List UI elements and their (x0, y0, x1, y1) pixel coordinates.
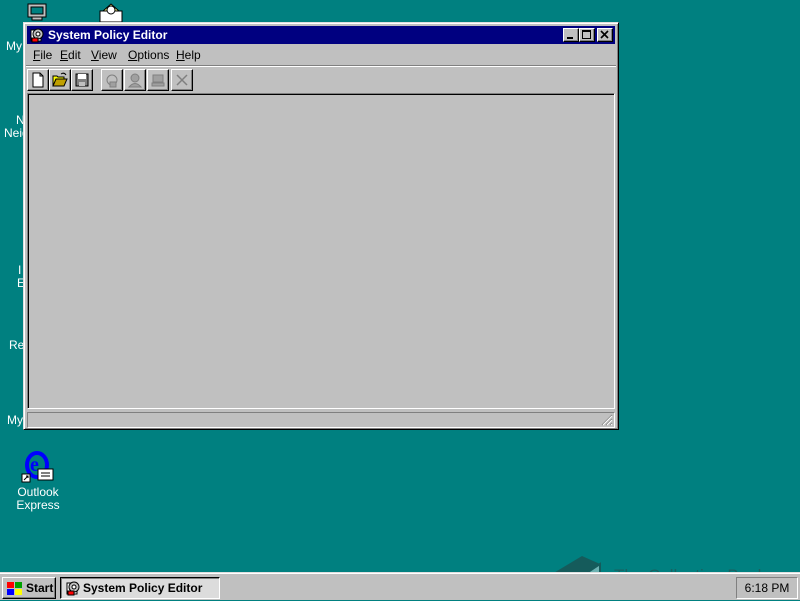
desktop-icon-outlook-express[interactable]: e Outlook Express (6, 450, 70, 512)
toolbar (26, 65, 616, 92)
policy-editor-app-icon (30, 28, 44, 43)
add-computer-button[interactable] (147, 69, 169, 91)
desktop-label-fragment: I (18, 263, 22, 277)
close-button[interactable] (597, 28, 613, 42)
open-folder-icon (52, 72, 68, 87)
menu-view[interactable]: View (87, 47, 121, 63)
desktop-label-fragment: My (6, 39, 22, 53)
window-title: System Policy Editor (48, 28, 168, 42)
title-bar[interactable]: System Policy Editor (27, 26, 615, 44)
save-button[interactable] (71, 69, 93, 91)
menu-edit[interactable]: Edit (56, 47, 85, 63)
close-icon (600, 30, 609, 39)
inbox-icon (99, 3, 123, 23)
maximize-icon (582, 30, 591, 39)
start-button[interactable]: Start (2, 577, 56, 599)
minimize-icon (567, 37, 573, 39)
minimize-button[interactable] (563, 28, 579, 42)
desktop-icon-label: Outlook Express (16, 485, 60, 512)
menu-help[interactable]: Help (172, 47, 205, 63)
computer-icon (27, 3, 47, 21)
new-button[interactable] (27, 69, 49, 91)
taskbar-button-label: System Policy Editor (83, 581, 203, 595)
desktop-icon-inbox[interactable] (97, 3, 127, 23)
clock-text: 6:18 PM (744, 581, 790, 595)
menu-file[interactable]: File (29, 47, 56, 63)
policy-workspace[interactable] (27, 93, 615, 409)
add-user-icon (127, 73, 143, 88)
resize-grip-icon[interactable] (601, 414, 613, 426)
status-bar (27, 412, 615, 428)
properties-icon (106, 74, 118, 88)
save-disk-icon (75, 73, 89, 87)
menu-options[interactable]: Options (124, 47, 173, 63)
remove-x-icon (176, 74, 188, 86)
add-user-button[interactable] (124, 69, 146, 91)
new-document-icon (32, 72, 44, 88)
policy-editor-app-icon (66, 581, 80, 596)
windows-logo-icon (7, 582, 22, 595)
system-tray-clock[interactable]: 6:18 PM (736, 577, 798, 599)
desktop-label-fragment: My (7, 413, 23, 427)
system-policy-editor-window[interactable]: System Policy Editor File Edit View Opti… (23, 22, 619, 430)
outlook-express-icon: e (21, 451, 54, 483)
desktop-icon-my-computer[interactable] (26, 3, 48, 21)
add-computer-icon (151, 74, 165, 87)
maximize-button[interactable] (579, 28, 595, 42)
properties-button[interactable] (101, 69, 123, 91)
taskbar-button-system-policy-editor[interactable]: System Policy Editor (60, 577, 220, 599)
menu-bar: File Edit View Options Help (27, 45, 615, 64)
remove-button[interactable] (171, 69, 193, 91)
start-label: Start (26, 581, 54, 595)
open-button[interactable] (49, 69, 71, 91)
taskbar: Start System Policy Editor 6:18 PM (0, 572, 800, 600)
